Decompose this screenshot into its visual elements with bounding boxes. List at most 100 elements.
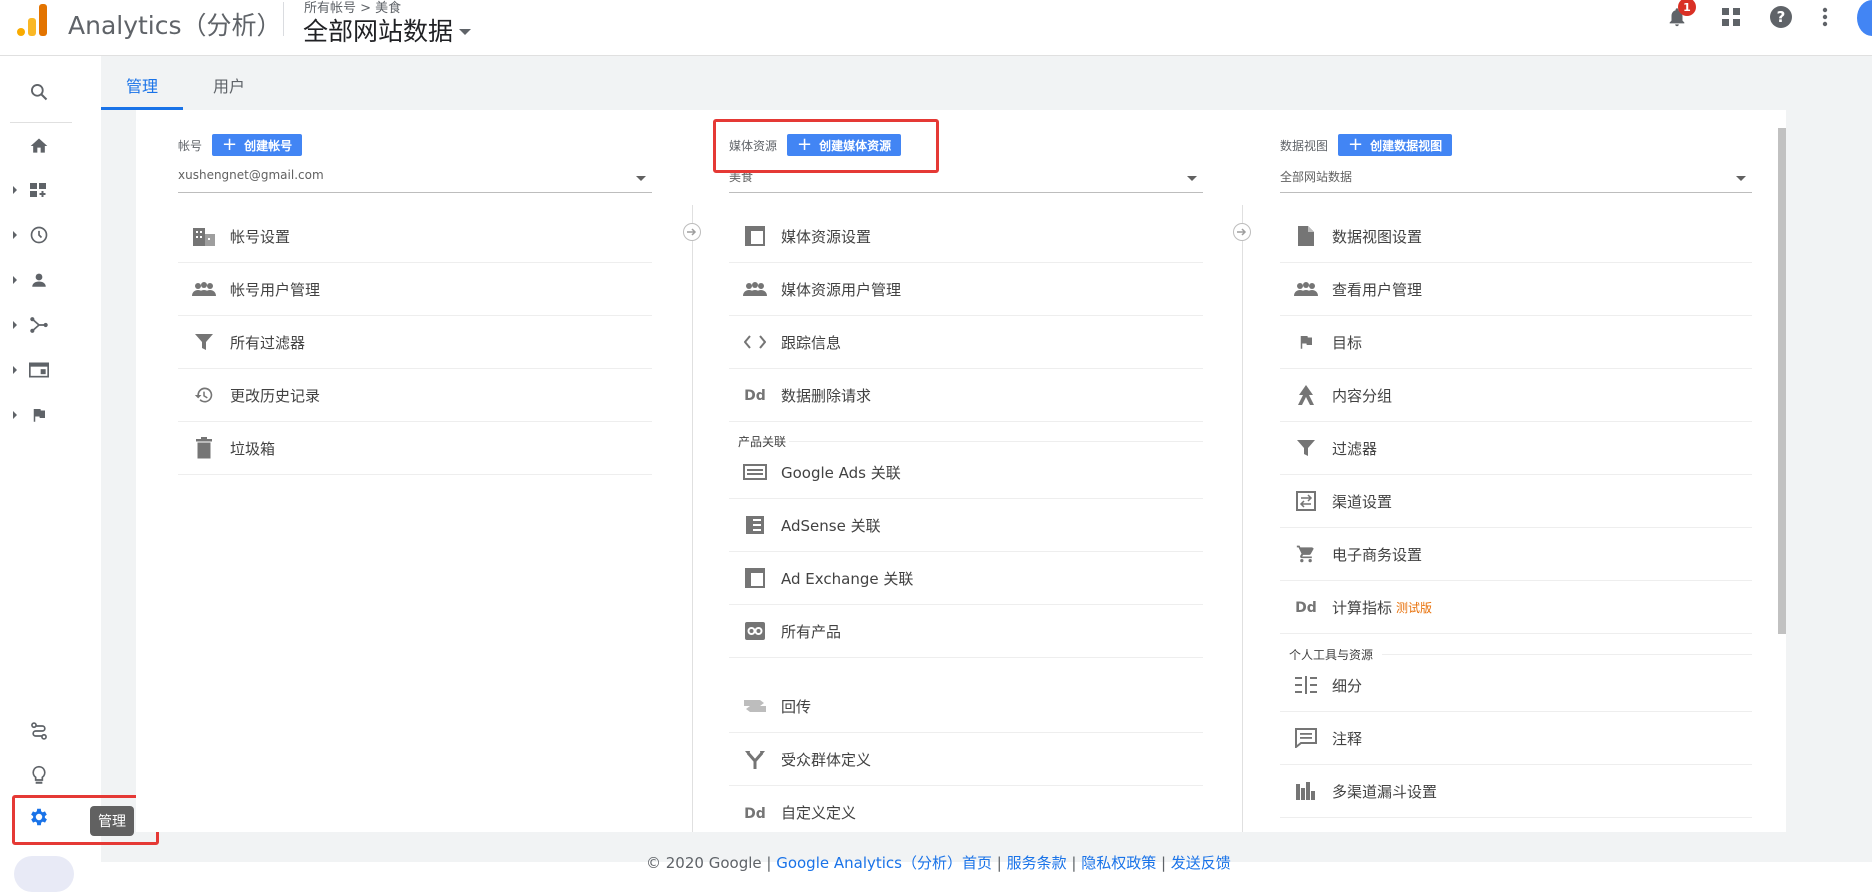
arrow-right-circle-icon (1233, 223, 1251, 241)
property-user-management-item[interactable]: 媒体资源用户管理 (729, 263, 1203, 316)
audience-definitions-item[interactable]: 受众群体定义 (729, 733, 1203, 786)
tracking-info-item[interactable]: 跟踪信息 (729, 316, 1203, 369)
acquisition-button[interactable] (22, 308, 56, 342)
all-filters-item[interactable]: 所有过滤器 (178, 316, 652, 369)
all-products-item[interactable]: 所有产品 (729, 605, 1203, 658)
flag-icon (1280, 332, 1332, 352)
custom-definitions-item[interactable]: Dd 自定义定义 (729, 786, 1203, 832)
mcf-settings-item[interactable]: 多渠道漏斗设置 (1280, 765, 1752, 818)
conversions-button[interactable] (22, 398, 56, 432)
flag-icon (33, 409, 45, 422)
account-header: 帐号 + 创建帐号 (178, 134, 303, 156)
expand-arrow-icon[interactable] (13, 366, 17, 374)
content-grouping-item[interactable]: 内容分组 (1280, 369, 1752, 422)
property-settings-item[interactable]: 媒体资源设置 (729, 210, 1203, 263)
notification-badge: 1 (1678, 0, 1696, 16)
dd-icon: Dd (729, 388, 781, 402)
view-column: 数据视图 + 创建数据视图 全部网站数据 数据视图设置 查看用户管理 目标 内容分… (1280, 110, 1752, 832)
footer-link-privacy[interactable]: 隐私权政策 (1081, 854, 1156, 872)
calculated-metrics-item[interactable]: Dd 计算指标 测试版 (1280, 581, 1752, 634)
arrow-right-circle-icon (683, 223, 701, 241)
dd-icon: Dd (1280, 600, 1332, 614)
account-user-management-item[interactable]: 帐号用户管理 (178, 263, 652, 316)
apps-button[interactable] (1714, 0, 1748, 34)
filter-icon (1280, 439, 1332, 457)
help-button[interactable]: ? (1764, 0, 1798, 34)
footer-link-home[interactable]: Google Analytics（分析）首页 (776, 854, 992, 872)
postbacks-item[interactable]: 回传 (729, 680, 1203, 733)
admin-button[interactable] (22, 800, 56, 834)
expand-arrow-icon[interactable] (13, 411, 17, 419)
ecommerce-settings-item[interactable]: 电子商务设置 (1280, 528, 1752, 581)
content-grouping-icon (1280, 385, 1332, 405)
search-button[interactable] (22, 75, 56, 109)
ads-icon (729, 464, 781, 480)
segments-item[interactable]: 细分 (1280, 659, 1752, 712)
expand-arrow-icon[interactable] (13, 321, 17, 329)
adsense-icon (729, 515, 781, 535)
view-selector[interactable]: 全部网站数据 (303, 12, 472, 48)
behavior-button[interactable] (22, 353, 56, 387)
view-label: 数据视图 (1280, 138, 1329, 153)
trash-item[interactable]: 垃圾箱 (178, 422, 652, 475)
channel-settings-item[interactable]: 渠道设置 (1280, 475, 1752, 528)
view-user-management-item[interactable]: 查看用户管理 (1280, 263, 1752, 316)
home-button[interactable] (22, 129, 56, 163)
realtime-button[interactable] (22, 218, 56, 252)
view-select[interactable]: 全部网站数据 (1280, 168, 1752, 193)
annotations-item[interactable]: 注释 (1280, 712, 1752, 765)
analytics-logo[interactable] (17, 4, 47, 36)
realtime-icon (30, 226, 48, 244)
property-select[interactable]: 美食 (729, 168, 1203, 193)
change-history-item[interactable]: 更改历史记录 (178, 369, 652, 422)
adsense-link-item[interactable]: AdSense 关联 (729, 499, 1203, 552)
goals-item[interactable]: 目标 (1280, 316, 1752, 369)
account-select[interactable]: xushengnet@gmail.com (178, 168, 652, 193)
filters-item[interactable]: 过滤器 (1280, 422, 1752, 475)
google-ads-link-item[interactable]: Google Ads 关联 (729, 446, 1203, 499)
channel-settings-icon (1280, 491, 1332, 511)
section-divider (1382, 654, 1752, 655)
audience-button[interactable] (22, 263, 56, 297)
data-deletion-item[interactable]: Dd 数据删除请求 (729, 369, 1203, 422)
gear-icon (31, 808, 47, 826)
view-settings-item[interactable]: 数据视图设置 (1280, 210, 1752, 263)
create-property-button[interactable]: + 创建媒体资源 (787, 134, 902, 156)
more-options-button[interactable] (1808, 0, 1842, 34)
scrollbar[interactable] (1778, 128, 1786, 634)
account-settings-item[interactable]: 帐号设置 (178, 210, 652, 263)
avatar[interactable] (1857, 0, 1872, 36)
group-icon (729, 282, 781, 296)
view-header: 数据视图 + 创建数据视图 (1280, 134, 1453, 156)
more-vert-icon (1822, 7, 1828, 27)
section-divider (789, 441, 1203, 442)
svg-text:Dd: Dd (744, 388, 766, 402)
property-label: 媒体资源 (729, 138, 778, 153)
expand-arrow-icon[interactable] (13, 231, 17, 239)
customization-button[interactable] (22, 173, 56, 207)
expand-arrow-icon[interactable] (13, 186, 17, 194)
ad-exchange-link-item[interactable]: Ad Exchange 关联 (729, 552, 1203, 605)
side-nav (0, 56, 101, 892)
group-icon (178, 282, 230, 296)
chevron-down-icon (459, 29, 472, 35)
discover-button[interactable] (22, 758, 56, 792)
footer-link-terms[interactable]: 服务条款 (1007, 854, 1067, 872)
notifications-button[interactable]: 1 (1660, 0, 1696, 34)
property-window-icon (729, 226, 781, 246)
tab-admin[interactable]: 管理 (101, 73, 184, 110)
tab-user[interactable]: 用户 (188, 73, 270, 110)
expand-arrow-icon[interactable] (13, 276, 17, 284)
create-view-button[interactable]: + 创建数据视图 (1338, 134, 1453, 156)
dd-icon: Dd (729, 806, 781, 820)
chevron-down-icon (636, 176, 646, 181)
footer-link-feedback[interactable]: 发送反馈 (1171, 854, 1231, 872)
app-title: Analytics（分析） (68, 11, 282, 40)
plus-icon: + (1348, 134, 1364, 155)
create-account-button[interactable]: + 创建帐号 (212, 134, 303, 156)
admin-panel: 帐号 + 创建帐号 xushengnet@gmail.com 帐号设置 帐号用户管… (136, 110, 1786, 832)
attribution-button[interactable] (22, 714, 56, 748)
cart-icon (1280, 544, 1332, 564)
building-icon (178, 226, 230, 246)
header-divider (283, 2, 284, 36)
